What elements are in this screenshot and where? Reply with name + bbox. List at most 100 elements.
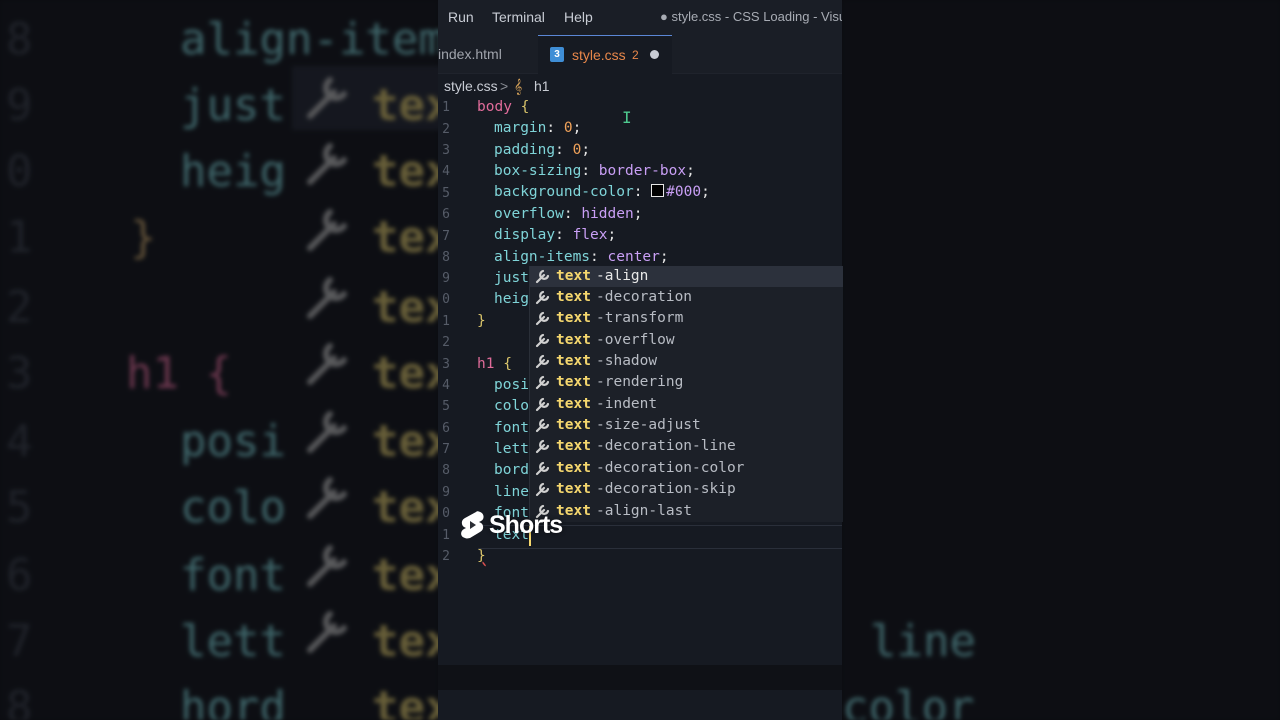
wrench-icon xyxy=(535,461,550,476)
line-number: 5 xyxy=(442,399,450,414)
wrench-icon xyxy=(535,269,550,284)
tab-bar: index.html 3 style.css 2 xyxy=(438,35,842,74)
code-line: align-items: center; xyxy=(494,249,669,265)
wrench-icon xyxy=(535,482,550,497)
bg-code-line: h1 { xyxy=(126,348,232,399)
code-line: font xyxy=(494,420,529,436)
suggestion-item[interactable]: text -decoration-line xyxy=(530,436,843,457)
menu-terminal[interactable]: Terminal xyxy=(492,9,545,25)
shorts-logo-icon xyxy=(461,511,484,539)
breadcrumb-separator: > xyxy=(500,78,509,94)
unsaved-dot-icon[interactable] xyxy=(650,50,659,59)
line-number: 6 xyxy=(442,207,450,222)
tab-index-html[interactable]: index.html xyxy=(438,35,536,73)
bg-code-line: } xyxy=(130,212,157,263)
bg-right-fragment: line xyxy=(870,616,976,667)
tab-label: index.html xyxy=(438,46,502,62)
line-number: 7 xyxy=(442,229,450,244)
code-line: margin: 0; xyxy=(494,120,582,136)
bg-line-number: 7 xyxy=(6,616,33,667)
suggestion-rest: -decoration-line xyxy=(596,438,736,454)
line-number: 3 xyxy=(442,143,450,158)
suggestion-item[interactable]: text -transform xyxy=(530,308,843,329)
css-file-icon: 3 xyxy=(550,47,564,62)
bg-code-line: align-item xyxy=(180,14,445,65)
line-number: 1 xyxy=(442,528,450,543)
tab-style-css[interactable]: 3 style.css 2 xyxy=(538,35,672,74)
suggestion-item[interactable]: text -align-last xyxy=(530,501,843,522)
suggestion-rest: -decoration xyxy=(596,289,693,305)
tab-label: style.css xyxy=(572,47,626,63)
line-number: 0 xyxy=(442,506,450,521)
window-title: ● style.css - CSS Loading - Visu xyxy=(660,9,842,24)
suggestion-match: text xyxy=(556,396,591,412)
color-swatch[interactable] xyxy=(651,184,665,197)
suggestion-item[interactable]: text -shadow xyxy=(530,351,843,372)
line-number: 1 xyxy=(442,100,450,115)
code-line: } xyxy=(477,313,486,329)
suggestion-match: text xyxy=(556,417,591,433)
mouse-ibeam-cursor-icon: I xyxy=(622,108,632,127)
suggestion-item[interactable]: text -decoration xyxy=(530,287,843,308)
suggestion-item[interactable]: text -align xyxy=(530,266,843,287)
bg-wrench-icons xyxy=(307,77,347,653)
line-number: 8 xyxy=(442,250,450,265)
code-line: posi xyxy=(494,377,529,393)
bg-line-number: 8 xyxy=(6,682,33,720)
suggestion-item[interactable]: text -rendering xyxy=(530,372,843,393)
bg-line-number: 4 xyxy=(6,416,33,467)
symbol-icon: 𝄞 xyxy=(514,78,523,94)
code-line: h1 { xyxy=(477,356,512,372)
line-number: 0 xyxy=(442,292,450,307)
bg-line-number: 9 xyxy=(6,80,33,131)
line-number: 4 xyxy=(442,378,450,393)
code-line: box-sizing: border-box; xyxy=(494,163,695,179)
bg-line-number: 3 xyxy=(6,348,33,399)
shorts-watermark: Shorts xyxy=(460,508,563,542)
code-line: just xyxy=(494,270,529,286)
wrench-icon xyxy=(535,397,550,412)
wrench-icon xyxy=(535,354,550,369)
bg-code-line: hord xyxy=(180,682,286,720)
line-number: 2 xyxy=(442,335,450,350)
bg-right-fragment: color xyxy=(842,682,975,720)
line-number: 8 xyxy=(442,463,450,478)
suggestion-match: text xyxy=(556,289,591,305)
suggestion-item[interactable]: text -indent xyxy=(530,394,843,415)
bg-line-number: 0 xyxy=(6,146,33,197)
line-number: 9 xyxy=(442,485,450,500)
menu-help[interactable]: Help xyxy=(564,9,593,25)
breadcrumb-file[interactable]: style.css xyxy=(444,78,498,94)
suggestion-item[interactable]: text -decoration-color xyxy=(530,458,843,479)
line-number: 3 xyxy=(442,357,450,372)
code-line: display: flex; xyxy=(494,227,617,243)
line-number: 2 xyxy=(442,122,450,137)
suggestion-match: text xyxy=(556,481,591,497)
suggestion-rest: -align-last xyxy=(596,503,693,519)
bg-line-number: 6 xyxy=(6,550,33,601)
wrench-icon xyxy=(535,290,550,305)
menu-bar: Run Terminal Help ● style.css - CSS Load… xyxy=(438,0,842,35)
menu-run[interactable]: Run xyxy=(448,9,474,25)
breadcrumb: style.css > 𝄞 h1 xyxy=(438,74,842,98)
code-line: colo xyxy=(494,398,529,414)
suggestion-rest: -rendering xyxy=(596,374,684,390)
suggestion-item[interactable]: text -size-adjust xyxy=(530,415,843,436)
bg-code-line: colo xyxy=(180,482,286,533)
bg-code-line: lett xyxy=(180,616,286,667)
line-number: 5 xyxy=(442,186,450,201)
suggestion-rest: -indent xyxy=(596,396,658,412)
autocomplete-dropdown[interactable]: text -align text -decoration text -trans… xyxy=(529,266,843,522)
wrench-icon xyxy=(535,418,550,433)
breadcrumb-symbol[interactable]: h1 xyxy=(534,78,550,94)
line-number: 6 xyxy=(442,421,450,436)
suggestion-item[interactable]: text -decoration-skip xyxy=(530,479,843,500)
suggestion-match: text xyxy=(556,268,591,284)
bg-code-line: posi xyxy=(180,416,286,467)
code-line: background-color: #000; xyxy=(494,184,710,200)
code-line: overflow: hidden; xyxy=(494,206,643,222)
suggestion-rest: -overflow xyxy=(596,332,675,348)
suggestion-item[interactable]: text -overflow xyxy=(530,330,843,351)
code-line: } xyxy=(477,548,486,564)
code-line: lett xyxy=(494,441,529,457)
